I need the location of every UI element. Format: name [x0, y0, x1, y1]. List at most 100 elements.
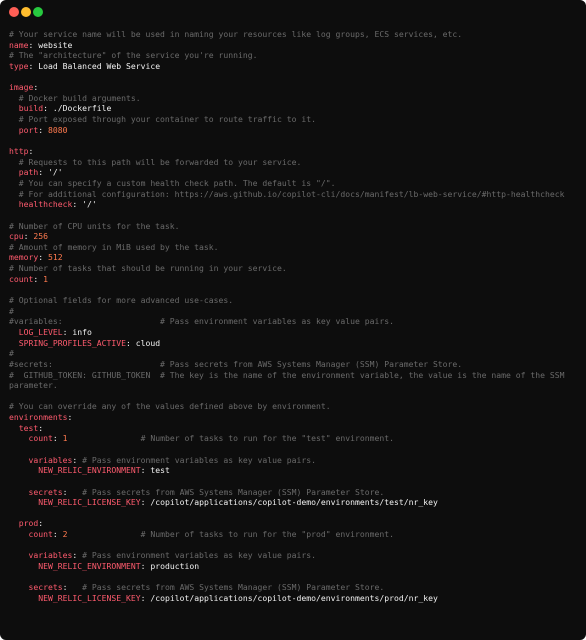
code-text: : info [62, 326, 92, 337]
code-comment: #secrets: # Pass secrets from AWS System… [9, 358, 463, 369]
code-line: build: ./Dockerfile [9, 103, 586, 114]
code-comment: # Amount of memory in MiB used by the ta… [9, 241, 219, 252]
yaml-key: secrets [28, 582, 63, 593]
code-line: # The "architecture" of the service you'… [9, 50, 586, 61]
code-comment: # Requests to this path will be forwarde… [9, 156, 302, 167]
code-line: SPRING_PROFILES_ACTIVE: cloud [9, 338, 586, 349]
code-line: # Your service name will be used in nami… [9, 29, 586, 40]
code-line: secrets: # Pass secrets from AWS Systems… [9, 582, 586, 593]
code-line: LOG_LEVEL: info [9, 327, 586, 338]
code-comment: # [9, 305, 14, 316]
code-text: : website [28, 39, 73, 50]
code-line: cpu: 256 [9, 231, 586, 242]
code-text: : cloud [125, 337, 161, 348]
code-text: : /copilot/applications/copilot-demo/env… [140, 497, 438, 508]
code-line: # [9, 348, 586, 359]
yaml-key: path [18, 167, 39, 178]
yaml-key: NEW_RELIC_ENVIRONMENT [38, 561, 141, 572]
yaml-key: image [9, 82, 34, 93]
code-line: environments: [9, 412, 586, 423]
code-text: : [38, 518, 44, 529]
code-line: port: 8080 [9, 125, 586, 136]
close-button[interactable] [9, 7, 19, 17]
code-text: : ./Dockerfile [43, 103, 112, 114]
code-comment: # Pass environment variables as key valu… [82, 454, 317, 465]
code-line: # Port exposed through your container to… [9, 114, 586, 125]
yaml-key: secrets [28, 486, 63, 497]
code-line: variables: # Pass environment variables … [9, 550, 586, 561]
number-value: 512 [48, 252, 63, 263]
number-value: 8080 [48, 124, 68, 135]
code-comment: # Pass environment variables as key valu… [82, 550, 317, 561]
code-comment: # You can override any of the values def… [9, 401, 331, 412]
code-text: : [38, 252, 48, 263]
code-comment: parameter. [9, 380, 58, 391]
code-comment: # Number of tasks that should be running… [9, 263, 287, 274]
minimize-button[interactable] [21, 7, 31, 17]
code-text: : [28, 146, 34, 157]
code-comment: # [9, 348, 14, 359]
code-line: # Docker build arguments. [9, 93, 586, 104]
number-value: 1 [43, 273, 48, 284]
code-line: http: [9, 146, 586, 157]
code-line: healthcheck: '/' [9, 199, 586, 210]
code-text: : /copilot/applications/copilot-demo/env… [140, 592, 438, 603]
code-line: secrets: # Pass secrets from AWS Systems… [9, 487, 586, 498]
code-comment: # Number of tasks to run for the "test" … [67, 433, 394, 444]
code-line: # Amount of memory in MiB used by the ta… [9, 242, 586, 253]
code-line: # Requests to this path will be forwarde… [9, 157, 586, 168]
code-line: name: website [9, 40, 586, 51]
code-line: parameter. [9, 380, 586, 391]
code-line: # For additional configuration: https://… [9, 189, 586, 200]
code-text: : [67, 412, 73, 423]
yaml-key: count [28, 529, 53, 540]
code-line: NEW_RELIC_ENVIRONMENT: test [9, 465, 586, 476]
window-titlebar [0, 0, 586, 24]
yaml-key: count [9, 273, 34, 284]
code-comment: # Your service name will be used in nami… [9, 29, 463, 39]
yaml-key: build [18, 103, 44, 114]
code-comment: # The "architecture" of the service you'… [9, 50, 258, 61]
yaml-key: prod [18, 518, 39, 529]
code-text: : production [140, 561, 200, 572]
yaml-key: port [18, 124, 39, 135]
code-comment: # Pass secrets from AWS Systems Manager … [82, 582, 385, 593]
code-text: : [23, 231, 34, 242]
code-text: : [33, 82, 39, 93]
yaml-key: test [18, 422, 39, 433]
code-text: : '/' [38, 167, 63, 178]
code-editor[interactable]: # Your service name will be used in nami… [9, 29, 586, 604]
yaml-key: healthcheck [18, 199, 73, 210]
code-line: NEW_RELIC_LICENSE_KEY: /copilot/applicat… [9, 593, 586, 604]
code-comment: # Optional fields for more advanced use-… [9, 295, 234, 306]
code-text: : [72, 454, 83, 465]
code-text: : [52, 529, 63, 540]
yaml-key: NEW_RELIC_LICENSE_KEY [38, 592, 141, 603]
code-line: type: Load Balanced Web Service [9, 61, 586, 72]
code-comment: #variables: # Pass environment variables… [9, 316, 394, 327]
code-line: count: 1 [9, 274, 586, 285]
code-comment: # For additional configuration: https://… [9, 188, 565, 199]
code-line: # Number of tasks that should be running… [9, 263, 586, 274]
code-line: prod: [9, 518, 586, 529]
yaml-key: memory [9, 252, 39, 263]
code-line: # Optional fields for more advanced use-… [9, 295, 586, 306]
zoom-button[interactable] [33, 7, 43, 17]
